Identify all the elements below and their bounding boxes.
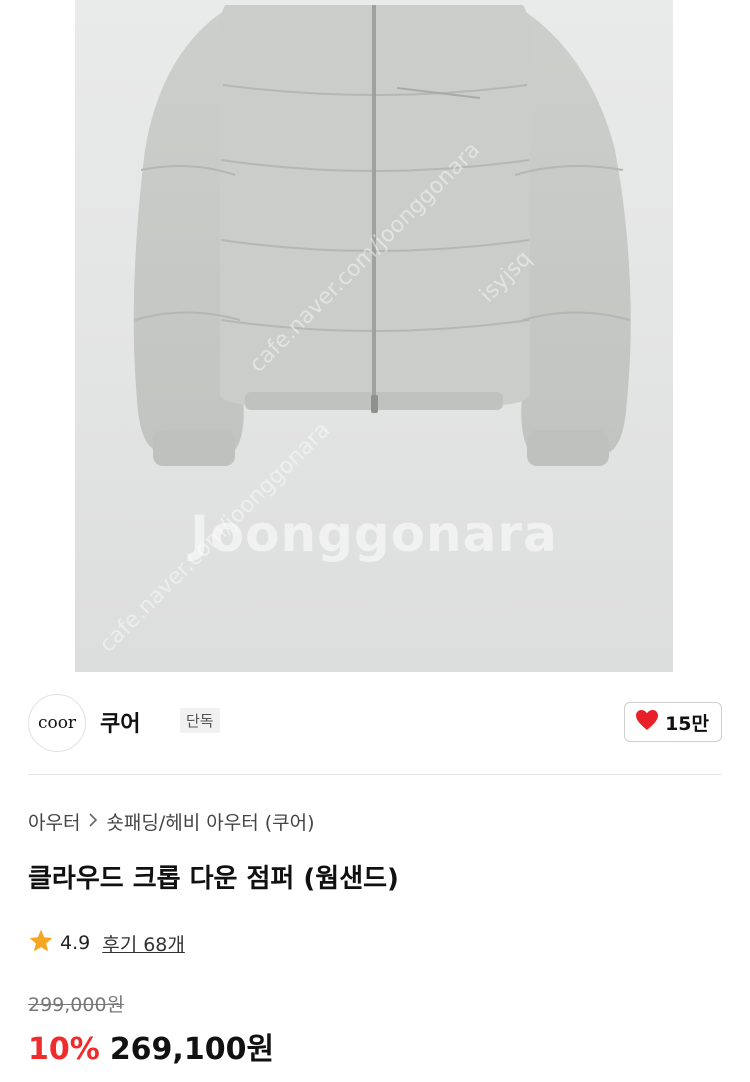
original-price: 299,000원	[28, 994, 125, 1016]
exclusive-badge: 단독	[180, 708, 220, 733]
like-count: 15만	[665, 712, 709, 735]
brand-logo[interactable]: coor	[28, 694, 86, 752]
breadcrumb: 아우터 숏패딩/헤비 아우터 (쿠어)	[28, 808, 315, 835]
seller-row: coor 쿠어 단독 15만	[28, 694, 722, 752]
breadcrumb-item-outer[interactable]: 아우터	[28, 808, 80, 835]
rating-value: 4.9	[60, 932, 91, 954]
star-icon	[28, 928, 54, 958]
product-image-area: Joonggonara cafe.naver.com/joonggonara c…	[0, 0, 750, 672]
discount-rate: 10%	[28, 1032, 100, 1067]
chevron-right-icon	[88, 811, 98, 832]
price-row: 10% 269,100원	[28, 1024, 274, 1068]
product-title: 클라우드 크롭 다운 점퍼 (웜샌드)	[28, 864, 399, 894]
divider	[28, 774, 722, 775]
like-button[interactable]: 15만	[624, 702, 722, 742]
rating-row: 4.9 후기 68개	[28, 928, 185, 958]
breadcrumb-item-short-padding[interactable]: 숏패딩/헤비 아우터 (쿠어)	[106, 808, 314, 835]
sale-price: 269,100원	[109, 1032, 275, 1067]
review-link[interactable]: 후기 68개	[102, 930, 185, 957]
heart-icon	[635, 709, 659, 735]
brand-name[interactable]: 쿠어	[100, 706, 140, 738]
watermark: Joonggonara	[190, 505, 558, 563]
product-image[interactable]: Joonggonara cafe.naver.com/joonggonara c…	[75, 0, 673, 672]
